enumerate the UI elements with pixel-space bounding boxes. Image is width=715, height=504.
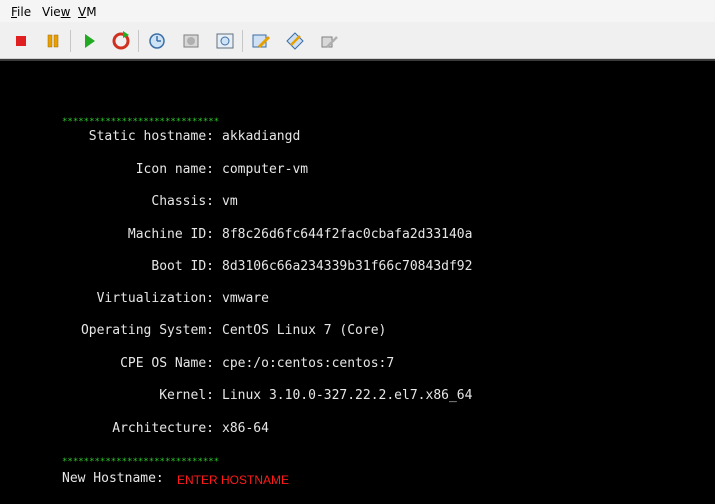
info-value: 8f8c26d6fc644f2fac0cbafa2d33140a	[222, 227, 473, 242]
info-label: Boot ID:	[151, 259, 214, 274]
info-value: CentOS Linux 7 (Core)	[222, 323, 387, 338]
info-label: Architecture:	[112, 421, 214, 436]
info-row-boot-id: Boot ID: 8d3106c66a234339b31f66c70843df9…	[0, 259, 715, 279]
info-label: Kernel:	[159, 388, 214, 403]
info-row-cpe-os-name: CPE OS Name: cpe:/o:centos:centos:7	[0, 356, 715, 376]
info-value: akkadiangd	[222, 129, 301, 144]
revert-snapshot-icon[interactable]	[180, 30, 202, 52]
separator-stars-bottom: *****************************	[62, 457, 220, 467]
info-label: Chassis:	[151, 194, 214, 209]
toolbar	[0, 22, 715, 59]
hostname-input[interactable]: ENTER HOSTNAME	[177, 473, 289, 487]
info-row-machine-id: Machine ID: 8f8c26d6fc644f2fac0cbafa2d33…	[0, 227, 715, 247]
vm-console[interactable]: ***************************** Static hos…	[0, 59, 715, 504]
info-row-hostname: Static hostname: akkadiangd	[0, 129, 715, 149]
info-label: CPE OS Name:	[120, 356, 214, 371]
new-hostname-label: New Hostname:	[62, 471, 164, 486]
separator-stars-top: *****************************	[62, 117, 220, 127]
info-row-virtualization: Virtualization: vmware	[0, 291, 715, 311]
toolbar-separator	[242, 30, 243, 52]
info-value: 8d3106c66a234339b31f66c70843df92	[222, 259, 473, 274]
info-value: x86-64	[222, 421, 269, 436]
info-value: cpe:/o:centos:centos:7	[222, 356, 395, 371]
install-tools-icon[interactable]	[284, 30, 306, 52]
menu-file[interactable]: File	[11, 5, 31, 19]
toolbar-separator	[138, 30, 139, 52]
menu-view[interactable]: View	[42, 5, 71, 19]
reset-icon[interactable]	[110, 30, 132, 52]
info-row-kernel: Kernel: Linux 3.10.0-327.22.2.el7.x86_64	[0, 388, 715, 408]
play-icon[interactable]	[78, 30, 100, 52]
manage-snapshots-icon[interactable]	[214, 30, 236, 52]
edit-settings-icon[interactable]	[250, 30, 272, 52]
info-row-architecture: Architecture: x86-64	[0, 421, 715, 441]
send-keys-icon[interactable]	[318, 30, 340, 52]
info-value: vmware	[222, 291, 269, 306]
info-value: vm	[222, 194, 238, 209]
info-value: Linux 3.10.0-327.22.2.el7.x86_64	[222, 388, 473, 403]
info-label: Machine ID:	[127, 227, 214, 242]
menu-vm[interactable]: VM	[78, 5, 97, 19]
info-label: Static hostname:	[88, 129, 214, 144]
pause-icon[interactable]	[42, 30, 64, 52]
info-value: computer-vm	[222, 162, 309, 177]
info-label: Virtualization:	[96, 291, 214, 306]
info-label: Icon name:	[135, 162, 214, 177]
info-row-operating-system: Operating System: CentOS Linux 7 (Core)	[0, 323, 715, 343]
info-row-chassis: Chassis: vm	[0, 194, 715, 214]
stop-icon[interactable]	[10, 30, 32, 52]
snapshot-icon[interactable]	[146, 30, 168, 52]
info-row-icon-name: Icon name: computer-vm	[0, 162, 715, 182]
menu-bar: File View VM	[0, 0, 715, 22]
info-label: Operating System:	[80, 323, 214, 338]
toolbar-separator	[70, 30, 71, 52]
